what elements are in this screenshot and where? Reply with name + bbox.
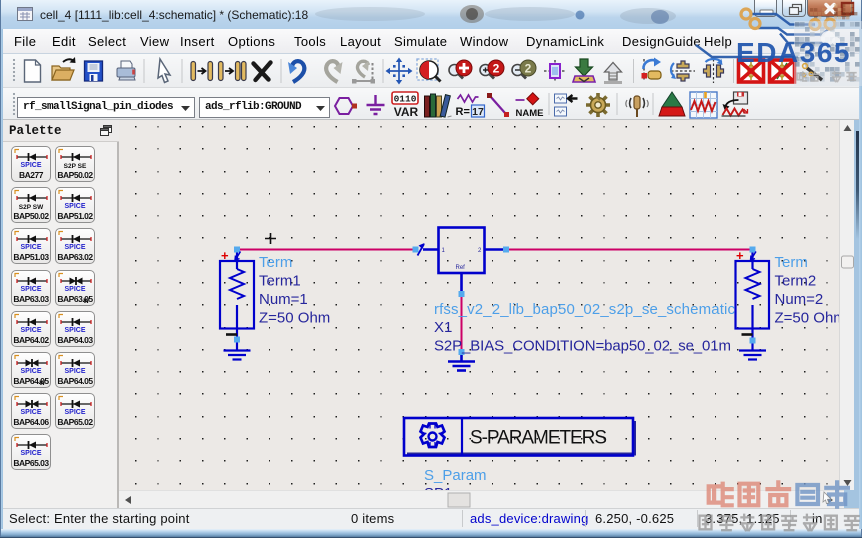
- svg-text:+: +: [736, 248, 744, 263]
- svg-text:rfss_v2_2_lib_bap50_02_s2p_se_: rfss_v2_2_lib_bap50_02_s2p_se_schematic: [434, 301, 736, 318]
- svg-text:R=: R=: [456, 106, 470, 118]
- svg-text:Z=50 Ohm: Z=50 Ohm: [259, 310, 330, 327]
- svg-text:Z=50 Ohm: Z=50 Ohm: [775, 310, 840, 327]
- svg-text:2: 2: [525, 62, 532, 76]
- svg-text:Term: Term: [775, 254, 808, 271]
- svg-text:Ref: Ref: [456, 265, 466, 271]
- svg-text:S-PARAMETERS: S-PARAMETERS: [470, 428, 607, 449]
- svg-text:Term1: Term1: [259, 273, 301, 290]
- svg-text:17: 17: [472, 106, 484, 118]
- svg-text:0110: 0110: [394, 94, 417, 105]
- svg-text:Term: Term: [259, 254, 292, 271]
- svg-text:Term2: Term2: [775, 273, 817, 290]
- svg-text:Num=1: Num=1: [259, 291, 308, 308]
- svg-text:2: 2: [493, 62, 500, 76]
- svg-text:1: 1: [442, 248, 446, 254]
- svg-text:S_Param: S_Param: [424, 467, 487, 484]
- svg-text:+: +: [221, 248, 229, 263]
- svg-text:2: 2: [478, 248, 482, 254]
- svg-text:NAME: NAME: [516, 108, 544, 119]
- svg-text:X1: X1: [434, 319, 452, 336]
- svg-text:S2P_BIAS_CONDITION=bap50_02_se: S2P_BIAS_CONDITION=bap50_02_se_01m: [434, 338, 731, 355]
- svg-text:Num=2: Num=2: [775, 291, 824, 308]
- svg-text:VAR: VAR: [394, 105, 419, 119]
